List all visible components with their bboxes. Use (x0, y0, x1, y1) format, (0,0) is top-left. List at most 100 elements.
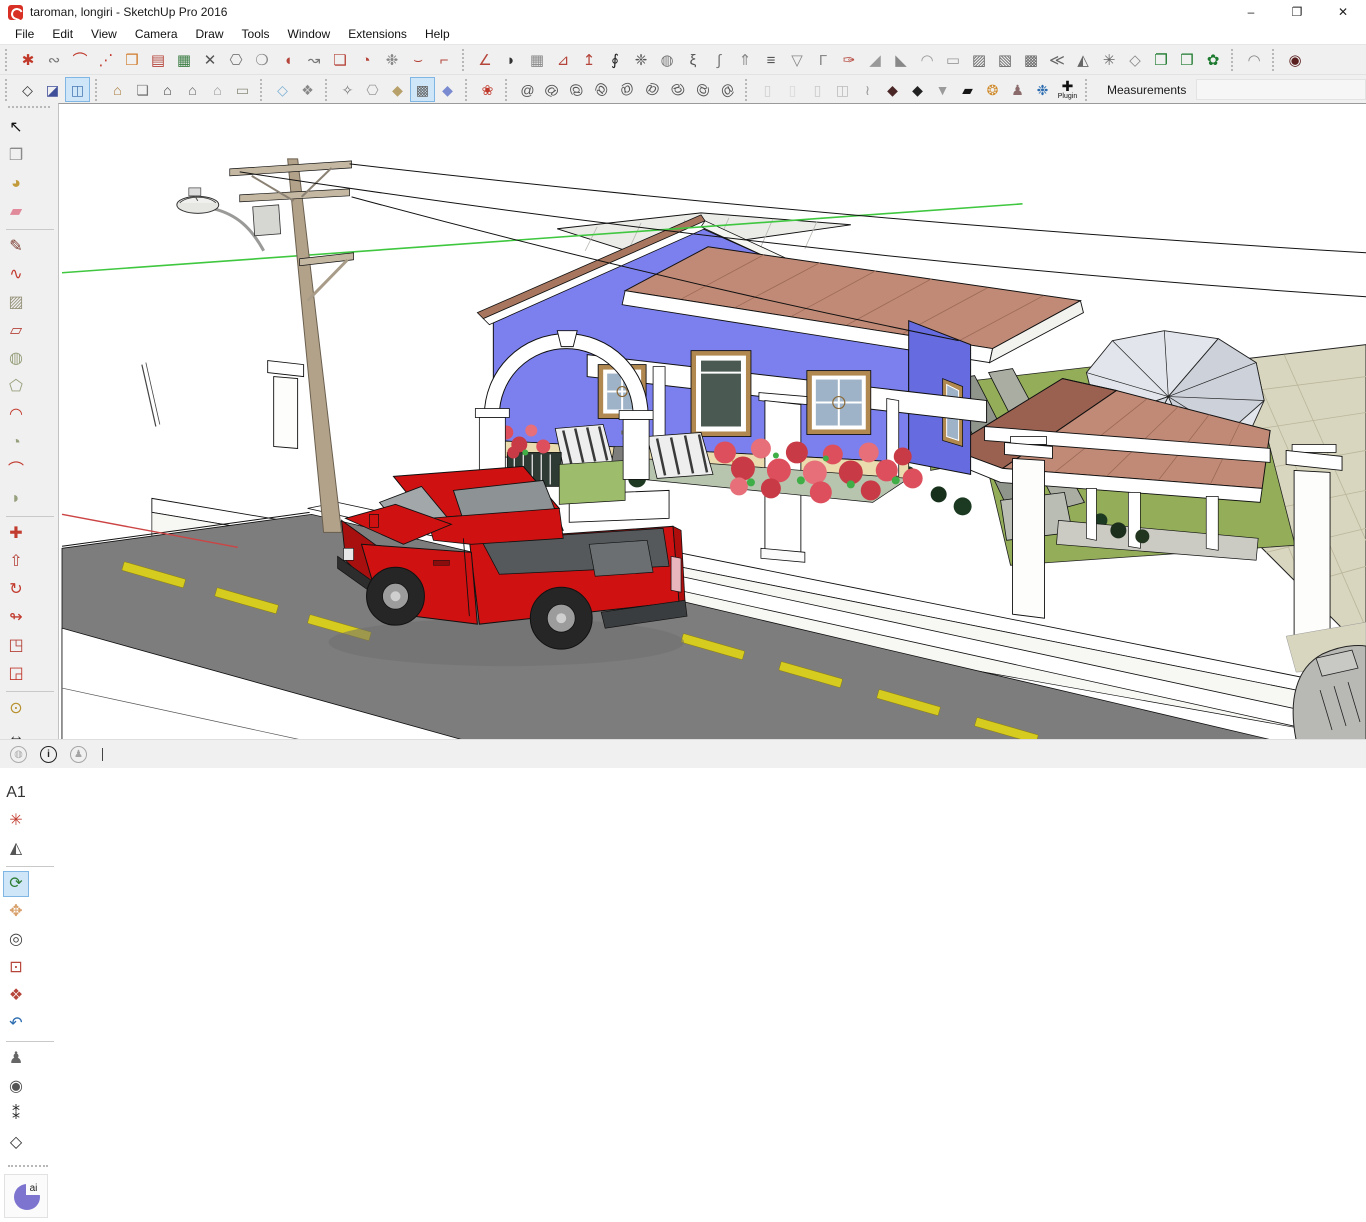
plugin-sketchucation[interactable]: ✱ (15, 47, 41, 73)
spiral-tool-2[interactable]: @ (540, 77, 565, 102)
face-style-shaded[interactable]: ◆ (385, 77, 410, 102)
plugin-sandbox-box[interactable]: ❒ (119, 47, 145, 73)
menu-item[interactable]: Extensions (339, 24, 416, 44)
plugin-pipe[interactable]: Γ (810, 47, 836, 73)
ai-plugin-button[interactable]: ai (4, 1174, 48, 1218)
view-right[interactable]: ⌂ (180, 77, 205, 102)
spiral-tool-7[interactable]: @ (665, 77, 690, 102)
polygon-tool[interactable]: ⬠ (3, 374, 29, 400)
menu-item[interactable]: File (6, 24, 43, 44)
geolocation-icon[interactable]: ◍ (10, 746, 27, 763)
minimize-button[interactable]: – (1228, 0, 1274, 24)
orbit-tool[interactable]: ⟳ (3, 871, 29, 897)
plugin-box-arrows[interactable]: ❏ (327, 47, 353, 73)
menu-item[interactable]: Tools (233, 24, 279, 44)
menu-item[interactable]: Draw (187, 24, 233, 44)
previous-view-tool[interactable]: ↶ (3, 1011, 29, 1037)
plugin-triangle[interactable]: ⊿ (550, 47, 576, 73)
push-pull-tool[interactable]: ⇧ (3, 549, 29, 575)
spiral-tool-1[interactable]: @ (515, 77, 540, 102)
black-plate[interactable]: ▰ (955, 77, 980, 102)
fruit-bowl-component[interactable]: ❂ (980, 77, 1005, 102)
plugin-grid-frame[interactable]: ▦ (524, 47, 550, 73)
menu-item[interactable]: Camera (126, 24, 187, 44)
arc-tool[interactable]: ◠ (3, 402, 29, 428)
text-tool[interactable]: A1 (3, 780, 29, 806)
measurements-input[interactable] (1196, 79, 1366, 100)
dark-plate-2[interactable]: ◆ (905, 77, 930, 102)
model-scene[interactable] (59, 104, 1366, 740)
plugin-pull[interactable]: ⇑ (732, 47, 758, 73)
spiral-tool-4[interactable]: @ (590, 77, 615, 102)
figure-component[interactable]: ♟ (1005, 77, 1030, 102)
view-front[interactable]: ⌂ (155, 77, 180, 102)
offset-tool[interactable]: ◲ (3, 661, 29, 687)
menu-item[interactable]: View (82, 24, 126, 44)
plugin-crescent[interactable]: ◗ (498, 47, 524, 73)
plugin-chevrons[interactable]: ≪ (1044, 47, 1070, 73)
pie-tool[interactable]: ◔ (3, 430, 29, 456)
select-tool[interactable]: ↖ (3, 115, 29, 141)
plugin-funnel[interactable]: ▽ (784, 47, 810, 73)
plugin-green-box[interactable]: ❒ (1174, 47, 1200, 73)
freehand-tool[interactable]: ∿ (3, 262, 29, 288)
plugin-stack[interactable]: ≡ (758, 47, 784, 73)
move-tool[interactable]: ✚ (3, 521, 29, 547)
plugin-bend[interactable]: ↝ (301, 47, 327, 73)
plugin-gem[interactable]: ◇ (1122, 47, 1148, 73)
face-style-hidden-line[interactable]: ⎔ (360, 77, 385, 102)
plugin-frame[interactable]: ▭ (940, 47, 966, 73)
panel-component-2[interactable]: ▯ (780, 77, 805, 102)
plugin-screw[interactable]: ξ (680, 47, 706, 73)
plugin-plus-button[interactable]: ✚ Plugin (1055, 77, 1080, 102)
zoom-window-tool[interactable]: ⊡ (3, 955, 29, 981)
plugin-sphere[interactable]: ❉ (379, 47, 405, 73)
look-around-tool[interactable]: ◉ (3, 1074, 29, 1100)
menu-item[interactable]: Help (416, 24, 459, 44)
plugin-surface[interactable]: ❍ (249, 47, 275, 73)
plugin-fan-stripes[interactable]: ◭ (1070, 47, 1096, 73)
view-left[interactable]: ▭ (230, 77, 255, 102)
zoom-extents-tool[interactable]: ❖ (3, 983, 29, 1009)
rotated-rectangle-tool[interactable]: ▱ (3, 318, 29, 344)
spiral-tool-5[interactable]: @ (615, 77, 640, 102)
plugin-wedge[interactable]: ◣ (888, 47, 914, 73)
paint-bucket-tool[interactable]: ◕ (3, 171, 29, 197)
maximize-button[interactable]: ❐ (1274, 0, 1320, 24)
tape-measure-tool[interactable]: ⊙ (3, 696, 29, 722)
circle-tool[interactable]: ◍ (3, 346, 29, 372)
position-camera-tool[interactable]: ♟ (3, 1046, 29, 1072)
plugin-sheet[interactable]: ∫ (706, 47, 732, 73)
spiral-tool-6[interactable]: @ (640, 77, 665, 102)
zoom-tool[interactable]: ◎ (3, 927, 29, 953)
plugin-green-export[interactable]: ❐ (1148, 47, 1174, 73)
menu-item[interactable]: Edit (43, 24, 82, 44)
plugin-hatch-3[interactable]: ▩ (1018, 47, 1044, 73)
style-edit-cube[interactable]: ◪ (40, 77, 65, 102)
spiral-tool-3[interactable]: @ (565, 77, 590, 102)
plugin-coil[interactable]: ∮ (602, 47, 628, 73)
hook-component[interactable]: ≀ (855, 77, 880, 102)
follow-me-tool[interactable]: ↬ (3, 605, 29, 631)
plugin-curve-tool[interactable]: ∾ (41, 47, 67, 73)
plugin-wing[interactable]: ◢ (862, 47, 888, 73)
line-tool[interactable]: ✎ (3, 234, 29, 260)
plugin-shell[interactable]: ◖ (275, 47, 301, 73)
face-style-monochrome[interactable]: ◆ (435, 77, 460, 102)
eraser-tool[interactable]: ▰ (3, 199, 29, 225)
plugin-axes-cross[interactable]: ✕ (197, 47, 223, 73)
spiral-tool-8[interactable]: @ (690, 77, 715, 102)
dark-plate-1[interactable]: ◆ (880, 77, 905, 102)
plugin-flora[interactable]: ❀ (475, 77, 500, 102)
panel-component-1[interactable]: ▯ (755, 77, 780, 102)
menu-item[interactable]: Window (279, 24, 340, 44)
plugin-sweep-curve[interactable]: ◠ (1241, 47, 1267, 73)
user-account-icon[interactable]: ♟ (70, 746, 87, 763)
plugin-point-path[interactable]: ⋰ (93, 47, 119, 73)
rectangle-tool[interactable]: ▨ (3, 290, 29, 316)
blue-plugin[interactable]: ❉ (1030, 77, 1055, 102)
close-button[interactable]: ✕ (1320, 0, 1366, 24)
advanced-camera-globe[interactable]: ◉ (1282, 47, 1308, 73)
plugin-extrude[interactable]: ↥ (576, 47, 602, 73)
arc-segment-tool[interactable]: ◗ (3, 486, 29, 512)
